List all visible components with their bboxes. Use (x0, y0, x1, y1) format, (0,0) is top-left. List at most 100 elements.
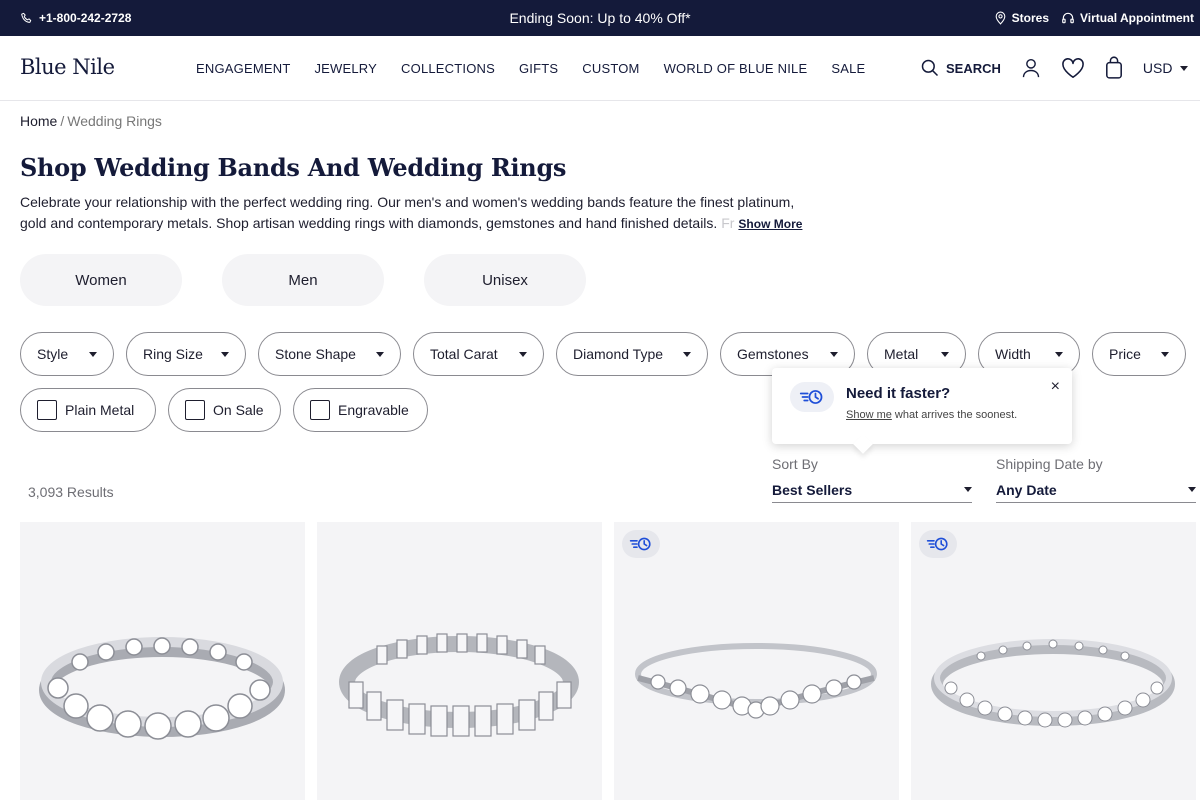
account-button[interactable] (1021, 57, 1041, 79)
gender-women[interactable]: Women (20, 254, 182, 306)
pave-eternity-band-image (931, 639, 1175, 728)
phone-number: +1-800-242-2728 (39, 11, 132, 25)
nav-jewelry[interactable]: JEWELRY (314, 61, 377, 76)
gender-men[interactable]: Men (222, 254, 384, 306)
chevron-down-icon (519, 351, 527, 357)
nav-engagement[interactable]: ENGAGEMENT (196, 61, 290, 76)
filter-label: Diamond Type (573, 346, 664, 362)
nav-world-of-blue-nile[interactable]: WORLD OF BLUE NILE (664, 61, 808, 76)
filter-label: Style (37, 346, 69, 362)
checkbox-filters: Plain Metal On Sale Engravable (20, 388, 428, 432)
results-count: 3,093 Results (28, 484, 114, 500)
promo-bar: +1-800-242-2728 Ending Soon: Up to 40% O… (0, 0, 1200, 36)
filter-ring-size[interactable]: Ring Size (126, 332, 246, 376)
round-eternity-band-image (39, 637, 285, 740)
heart-icon (1062, 58, 1084, 78)
product-card[interactable] (614, 522, 899, 800)
nav-gifts[interactable]: GIFTS (519, 61, 558, 76)
chevron-down-icon (1188, 487, 1196, 492)
chevron-down-icon (1161, 351, 1169, 357)
filter-label: Ring Size (143, 346, 203, 362)
stores-label: Stores (1011, 11, 1049, 25)
check-plain-metal[interactable]: Plain Metal (20, 388, 156, 432)
chevron-down-icon (1180, 65, 1189, 71)
search-icon (921, 59, 939, 77)
show-more-link[interactable]: Show More (738, 214, 802, 235)
chevron-down-icon (221, 351, 229, 357)
tooltip-title: Need it faster? (846, 385, 951, 402)
filter-label: Total Carat (430, 346, 498, 362)
curved-diamond-band-image (635, 643, 877, 719)
show-me-link[interactable]: Show me (846, 409, 892, 421)
phone-link[interactable]: +1-800-242-2728 (20, 0, 131, 36)
filter-stone-shape[interactable]: Stone Shape (258, 332, 401, 376)
virtual-appointment-link[interactable]: Virtual Appointment (1061, 11, 1194, 25)
check-label: On Sale (213, 402, 264, 418)
chevron-down-icon (89, 351, 97, 357)
breadcrumb-current: Wedding Rings (67, 113, 162, 129)
product-card[interactable] (20, 522, 305, 800)
filter-diamond-type[interactable]: Diamond Type (556, 332, 708, 376)
chevron-down-icon (964, 487, 972, 492)
tooltip-arrow (853, 434, 873, 454)
shipping-label: Shipping Date by (996, 456, 1103, 472)
nav-sale[interactable]: SALE (831, 61, 865, 76)
product-card[interactable] (317, 522, 602, 800)
gender-unisex[interactable]: Unisex (424, 254, 586, 306)
checkbox[interactable] (310, 400, 330, 420)
need-it-faster-tooltip: Need it faster? Show me what arrives the… (772, 368, 1072, 454)
logo[interactable]: Blue Nile (20, 55, 115, 79)
wishlist-button[interactable] (1061, 57, 1085, 79)
filter-style[interactable]: Style (20, 332, 114, 376)
shopping-bag-icon (1105, 56, 1122, 79)
breadcrumb-home[interactable]: Home (20, 113, 57, 129)
page-title: Shop Wedding Bands And Wedding Rings (20, 153, 567, 182)
stores-link[interactable]: Stores (994, 11, 1049, 25)
check-label: Engravable (338, 402, 409, 418)
filter-total-carat[interactable]: Total Carat (413, 332, 544, 376)
tooltip-subtitle: Show me what arrives the soonest. (846, 409, 1017, 421)
sort-value: Best Sellers (772, 481, 853, 498)
tooltip-subtitle-rest: what arrives the soonest. (891, 409, 1018, 421)
checkbox[interactable] (185, 400, 205, 420)
filter-label: Metal (884, 346, 919, 362)
shipping-value: Any Date (996, 481, 1057, 498)
currency-selector[interactable]: USD (1143, 60, 1189, 76)
description-line-2: gold and contemporary metals. Shop artis… (20, 215, 718, 231)
filter-price[interactable]: Price (1092, 332, 1186, 376)
user-icon (1022, 58, 1040, 78)
check-engravable[interactable]: Engravable (293, 388, 428, 432)
appointment-label: Virtual Appointment (1080, 11, 1194, 25)
chevron-down-icon (941, 351, 949, 357)
emerald-cut-eternity-band-image (339, 633, 579, 737)
sort-dropdown[interactable]: Sort By Best Sellers (772, 456, 972, 503)
shipping-date-dropdown[interactable]: Shipping Date by Any Date (996, 456, 1196, 503)
nav-collections[interactable]: COLLECTIONS (401, 61, 495, 76)
chevron-down-icon (1055, 351, 1063, 357)
filter-label: Stone Shape (275, 346, 356, 362)
search-label: SEARCH (946, 60, 1001, 76)
filter-label: Price (1109, 346, 1141, 362)
filter-label: Width (995, 346, 1031, 362)
main-nav: ENGAGEMENT JEWELRY COLLECTIONS GIFTS CUS… (196, 36, 889, 100)
breadcrumb-separator: / (60, 113, 65, 129)
headset-icon (1062, 12, 1074, 24)
cart-button[interactable] (1105, 56, 1123, 80)
description-fade: Fr (721, 215, 735, 231)
breadcrumb: Home / Wedding Rings (20, 113, 162, 129)
product-grid (20, 522, 1196, 800)
product-card[interactable] (911, 522, 1196, 800)
chevron-down-icon (683, 351, 691, 357)
promo-text[interactable]: Ending Soon: Up to 40% Off* (509, 10, 690, 26)
site-header: Blue Nile ENGAGEMENT JEWELRY COLLECTIONS… (0, 36, 1200, 101)
chevron-down-icon (830, 351, 838, 357)
nav-custom[interactable]: CUSTOM (582, 61, 639, 76)
checkbox[interactable] (37, 400, 57, 420)
search-button[interactable]: SEARCH (920, 58, 1001, 78)
description-line-1: Celebrate your relationship with the per… (20, 194, 795, 210)
fast-shipping-icon (790, 382, 834, 412)
close-icon[interactable]: × (1051, 378, 1060, 396)
location-pin-icon (995, 11, 1005, 25)
check-on-sale[interactable]: On Sale (168, 388, 281, 432)
currency-label: USD (1142, 60, 1173, 76)
